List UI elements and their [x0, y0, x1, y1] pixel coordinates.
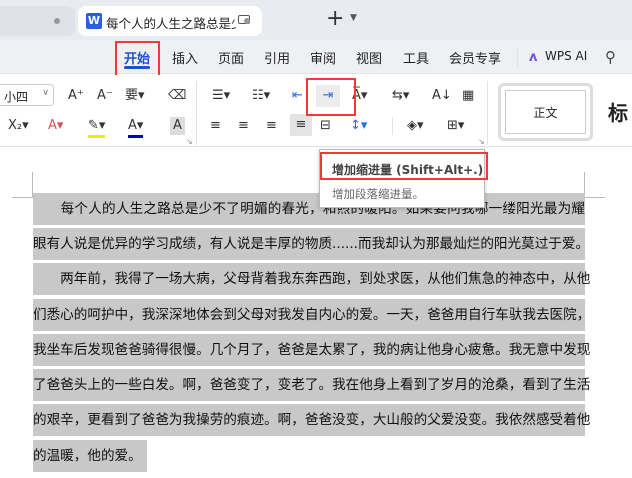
tab-dot-icon	[54, 18, 60, 24]
wps-writer-icon: W	[86, 13, 102, 29]
subscript-icon[interactable]: X₂▾	[8, 117, 29, 135]
font-size-select[interactable]: 小四 ∨	[0, 84, 54, 106]
text-line[interactable]: 我坐车后发现爸爸骑得很慢。几个月了，爸爸是太累了，我的病让他身心疲惫。我无意中发…	[33, 334, 590, 366]
highlight-home-tab	[115, 41, 160, 78]
new-tab-button[interactable]: +	[326, 6, 344, 31]
tab-document[interactable]: W 每个人的人生之路总是少不了明	[78, 6, 262, 36]
justify-icon[interactable]: ≡	[290, 114, 312, 136]
divider	[487, 81, 488, 145]
ribbon-menu: 开始 插入 页面 引用 审阅 视图 工具 会员专享 ᴧ WPS AI ⚲	[0, 40, 632, 74]
divider	[392, 117, 393, 135]
phonetic-icon[interactable]: 要▾	[125, 87, 145, 105]
menu-tools[interactable]: 工具	[403, 48, 429, 67]
text-line[interactable]: 的艰辛，更看到了爸爸为我操劳的痕迹。啊，爸爸没变，大山般的父爱没变。我依然感受着…	[33, 404, 590, 436]
tab-bar: W 每个人的人生之路总是少不了明 + ▼	[0, 0, 632, 40]
text-line[interactable]: 了爸爸头上的一些白发。啊，爸爸变了，变老了。我在他身上看到了岁月的沧桑，看到了生…	[33, 369, 590, 401]
close-dot-icon[interactable]	[244, 18, 250, 24]
grow-font-icon[interactable]: A⁺	[68, 87, 84, 105]
show-marks-icon[interactable]: ▦	[462, 87, 474, 105]
style-normal[interactable]: 正文	[498, 83, 593, 141]
dialog-launcher-icon[interactable]: ↘	[186, 137, 193, 146]
align-center-icon[interactable]: ≡	[238, 117, 249, 135]
align-right-icon[interactable]: ≡	[266, 117, 277, 135]
menu-member[interactable]: 会员专享	[449, 48, 501, 67]
sort-icon[interactable]: A↓	[432, 87, 452, 105]
line-spacing-icon[interactable]: ↕▾	[350, 117, 367, 135]
menu-page[interactable]: 页面	[218, 48, 244, 67]
align-left-icon[interactable]: ≡	[210, 117, 221, 135]
style-heading[interactable]: 标	[608, 97, 628, 126]
dialog-launcher-icon[interactable]: ↘	[478, 137, 485, 146]
search-icon[interactable]: ⚲	[605, 48, 616, 66]
menu-wps-ai[interactable]: WPS AI	[545, 49, 587, 63]
text-line[interactable]: 的温暖，他的爱。	[33, 440, 147, 472]
text-line[interactable]: 眼有人说是优异的学习成绩，有人说是丰厚的物质......而我却认为那最灿烂的阳光…	[33, 228, 589, 260]
borders-icon[interactable]: ⊞▾	[447, 117, 464, 135]
decrease-indent-icon[interactable]: ⇤	[292, 87, 303, 105]
wps-ai-logo-icon: ᴧ	[529, 50, 538, 65]
highlight-indent-button	[306, 78, 356, 116]
style-normal-label: 正文	[505, 90, 586, 134]
tab-inactive[interactable]	[0, 6, 75, 36]
menu-review[interactable]: 审阅	[310, 48, 336, 67]
text-line[interactable]: 每个人的人生之路总是少不了明媚的春光，和煦的暖阳。如果要问我哪一缕阳光最为耀	[33, 193, 585, 225]
font-size-value: 小四	[4, 90, 29, 104]
highlight-tooltip-title	[320, 152, 488, 180]
tab-title: 每个人的人生之路总是少不了明	[106, 16, 236, 31]
shrink-font-icon[interactable]: A⁻	[97, 87, 113, 105]
paragraph-shading-icon[interactable]: ◈▾	[407, 117, 424, 135]
divider	[196, 81, 197, 145]
menu-references[interactable]: 引用	[264, 48, 290, 67]
margin-mark	[12, 172, 33, 198]
numbered-list-icon[interactable]: ☷▾	[252, 87, 270, 105]
text-effect-icon[interactable]: A▾	[48, 117, 63, 135]
line-break-icon[interactable]: ⇆▾	[392, 87, 409, 105]
divider	[517, 48, 518, 68]
chevron-down-icon[interactable]: ▼	[350, 13, 357, 23]
menu-insert[interactable]: 插入	[172, 48, 198, 67]
margin-mark	[584, 172, 605, 198]
distributed-icon[interactable]: ⊟	[320, 117, 331, 135]
bullet-list-icon[interactable]: ☰▾	[212, 87, 230, 105]
char-shading-icon[interactable]: A	[170, 117, 185, 135]
text-line[interactable]: 两年前，我得了一场大病，父母背着我东奔西跑，到处求医，从他们焦急的神态中，从他	[33, 263, 590, 295]
tooltip-description: 增加段落缩进量。	[332, 187, 424, 201]
font-color-icon[interactable]: A▾	[128, 117, 144, 138]
menu-view[interactable]: 视图	[356, 48, 382, 67]
highlight-color-icon[interactable]: ✎▾	[88, 117, 106, 138]
text-line[interactable]: 们悉心的呵护中，我深深地体会到父母对我发自内心的爱。一天，爸爸用自行车驮我去医院…	[33, 299, 590, 331]
eraser-icon[interactable]: ⌫	[168, 87, 186, 105]
